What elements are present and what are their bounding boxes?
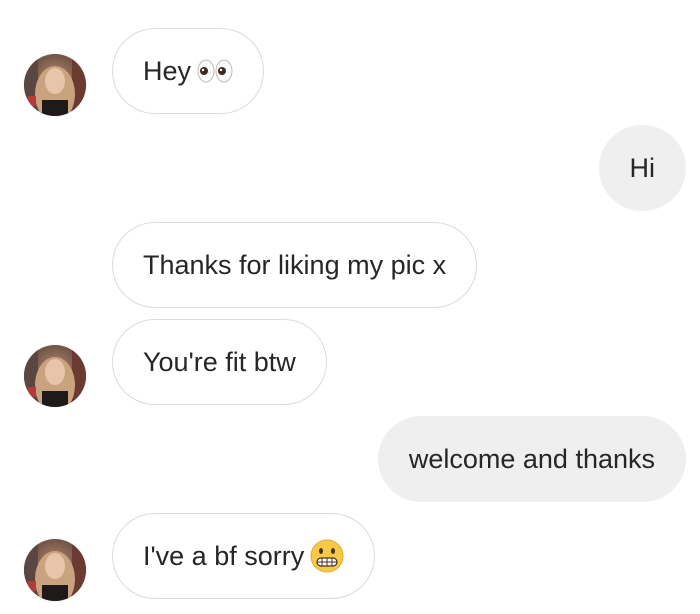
grimacing-face-emoji-icon <box>310 539 344 573</box>
avatar-photo <box>24 539 86 601</box>
incoming-message-bubble[interactable]: Thanks for liking my pic x <box>112 222 478 308</box>
message-thread: Hey Hi Thanks for liking my pic x You're… <box>0 0 700 614</box>
avatar-photo <box>24 345 86 407</box>
sender-avatar[interactable] <box>24 539 86 601</box>
incoming-message-bubble[interactable]: You're fit btw <box>112 319 327 405</box>
outgoing-message-bubble[interactable]: Hi <box>598 125 686 211</box>
sender-avatar[interactable] <box>24 345 86 407</box>
incoming-message-bubble[interactable]: I've a bf sorry <box>112 513 376 599</box>
message-text: welcome and thanks <box>408 443 655 474</box>
incoming-message-bubble[interactable]: Hey <box>112 28 265 114</box>
message-text: Hi <box>629 152 656 183</box>
message-text: You're fit btw <box>143 346 296 377</box>
message-text: I've a bf sorry <box>143 540 305 571</box>
outgoing-message-bubble[interactable]: welcome and thanks <box>377 416 686 502</box>
sender-avatar[interactable] <box>24 54 86 116</box>
eyes-emoji-icon <box>197 59 233 83</box>
avatar-photo <box>24 54 86 116</box>
message-text: Thanks for liking my pic x <box>143 249 447 280</box>
message-text: Hey <box>143 55 192 86</box>
